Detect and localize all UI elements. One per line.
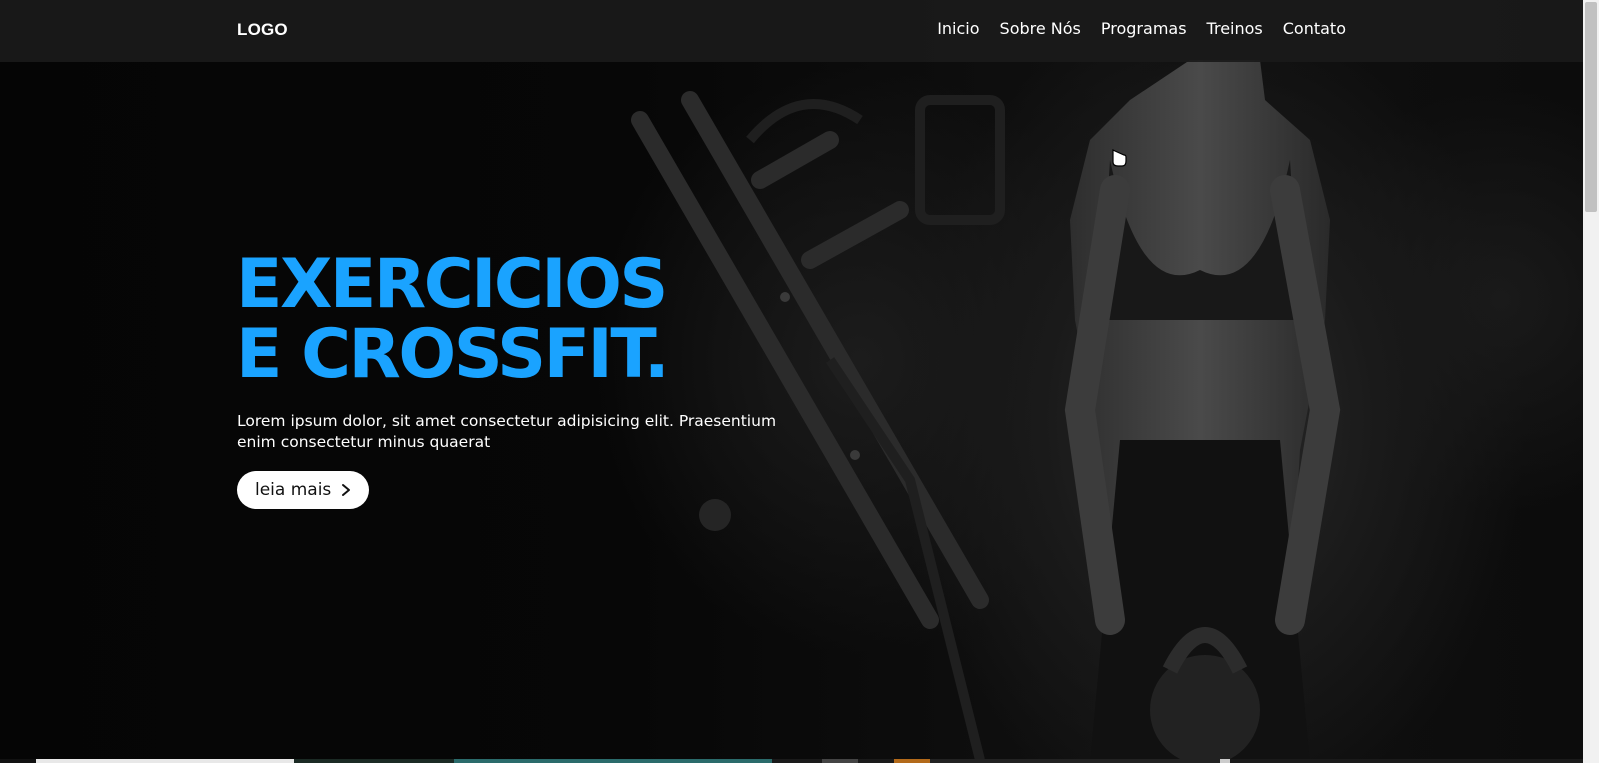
athlete-image [1064, 60, 1341, 763]
read-more-label: leia mais [255, 480, 332, 500]
hero-title-line-2: E CROSSFIT. [236, 315, 670, 394]
nav-link-inicio[interactable]: Inicio [937, 19, 979, 38]
top-navigation-bar: LOGO Inicio Sobre Nós Programas Treinos … [0, 0, 1583, 62]
nav-link-sobre-nos[interactable]: Sobre Nós [1000, 19, 1081, 38]
chevron-right-icon [342, 484, 351, 496]
nav-link-programas[interactable]: Programas [1101, 19, 1187, 38]
site-logo[interactable]: LOGO [237, 20, 288, 40]
hero-description: Lorem ipsum dolor, sit amet consectetur … [237, 412, 777, 451]
hero-title-line-1: EXERCICIOS [236, 245, 668, 324]
scrollbar-thumb[interactable] [1585, 2, 1597, 212]
next-section-preview-strip [0, 759, 1583, 763]
read-more-button[interactable]: leia mais [237, 471, 370, 509]
hand-cursor-icon [1112, 149, 1127, 167]
hero-title: EXERCICIOS E CROSSFIT. [236, 245, 670, 394]
nav-link-contato[interactable]: Contato [1283, 19, 1346, 38]
nav-link-treinos[interactable]: Treinos [1207, 19, 1263, 38]
main-nav: Inicio Sobre Nós Programas Treinos Conta… [937, 19, 1346, 38]
